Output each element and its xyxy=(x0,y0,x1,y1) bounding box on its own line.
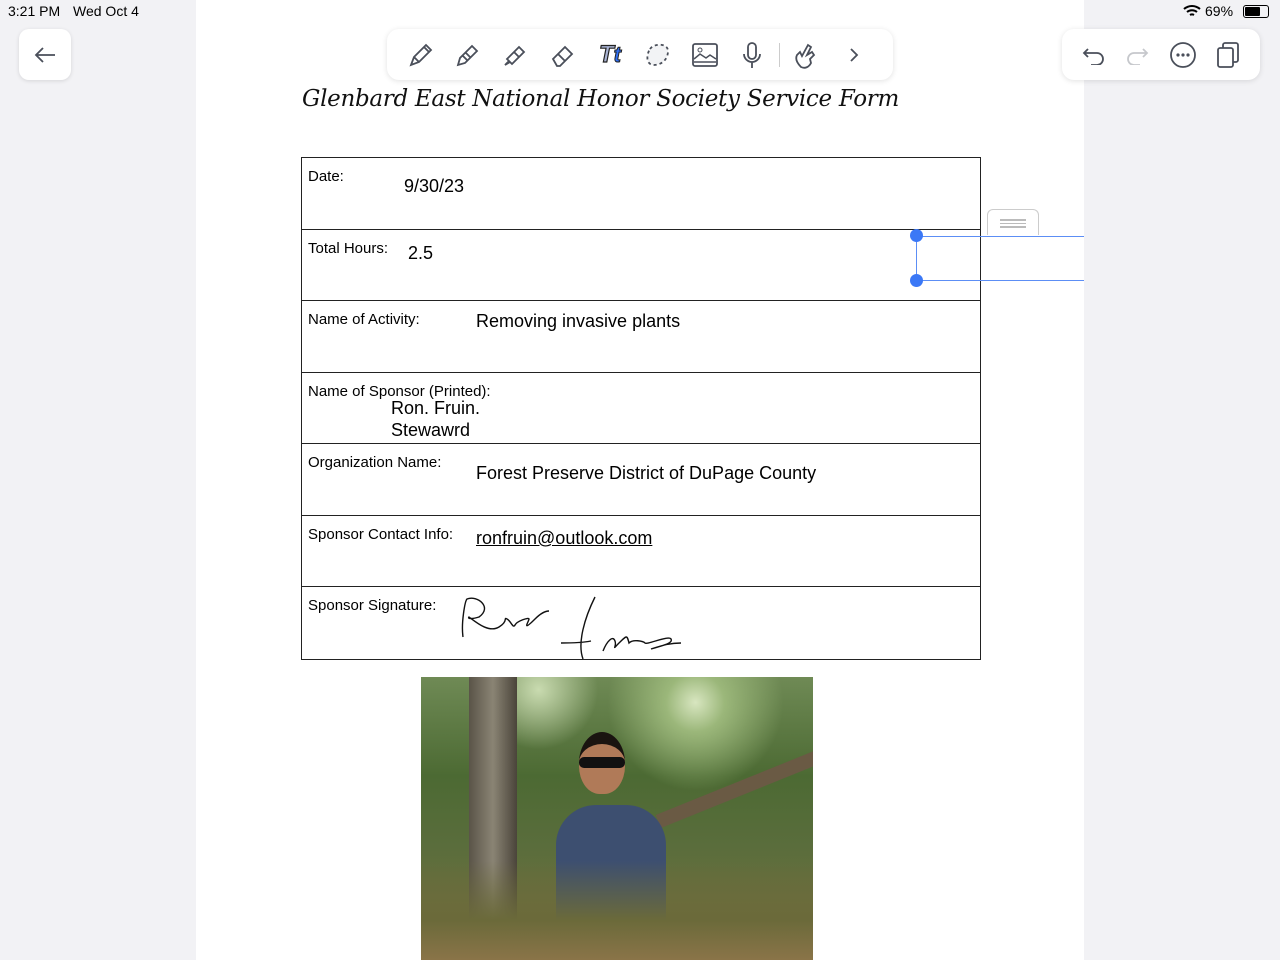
eraser-icon[interactable] xyxy=(548,41,576,69)
more-icon[interactable] xyxy=(1169,41,1197,69)
wifi-icon xyxy=(1183,4,1201,23)
organization-value[interactable]: Forest Preserve District of DuPage Count… xyxy=(476,463,816,484)
back-button[interactable] xyxy=(19,29,71,80)
undo-icon[interactable] xyxy=(1082,45,1106,65)
text-icon[interactable]: TTtt xyxy=(595,40,625,69)
selection-handle-bottom[interactable] xyxy=(910,274,923,287)
activity-label: Name of Activity: xyxy=(308,311,420,328)
signature-label: Sponsor Signature: xyxy=(308,597,437,614)
hours-label: Total Hours: xyxy=(308,239,389,257)
date-label: Date: xyxy=(308,168,344,185)
text-selection-box[interactable] xyxy=(916,236,1084,281)
signature-drawing[interactable] xyxy=(457,595,717,665)
organization-label: Organization Name: xyxy=(308,454,442,471)
touch-icon[interactable] xyxy=(793,41,821,69)
contact-label: Sponsor Contact Info: xyxy=(308,525,454,543)
microphone-icon[interactable] xyxy=(738,41,766,69)
battery-icon xyxy=(1243,5,1269,18)
status-date: Wed Oct 4 xyxy=(73,3,139,19)
status-time: 3:21 PM xyxy=(8,3,61,19)
arrow-left-icon xyxy=(34,46,55,63)
sunglasses xyxy=(579,757,625,768)
sponsor-title-value[interactable]: Stewawrd xyxy=(391,420,470,441)
selection-handle-top[interactable] xyxy=(910,229,923,242)
battery-percent: 69% xyxy=(1205,3,1234,19)
chevron-right-icon[interactable] xyxy=(840,41,868,69)
form-title: Glenbard East National Honor Society Ser… xyxy=(302,86,899,112)
document-actions xyxy=(1062,29,1260,80)
pen-icon[interactable] xyxy=(407,41,435,69)
redo-icon[interactable] xyxy=(1125,45,1149,65)
service-form-table: Date: 9/30/23 Total Hours: 2.5 Name of Act… xyxy=(301,157,981,660)
pages-icon[interactable] xyxy=(1216,41,1240,69)
volunteer-photo[interactable] xyxy=(421,677,813,960)
lasso-icon[interactable] xyxy=(644,41,672,69)
image-icon[interactable] xyxy=(691,41,719,69)
highlighter-icon[interactable] xyxy=(501,41,529,69)
contact-value[interactable]: ronfruin@outlook.com xyxy=(476,528,652,549)
drawing-toolbar: TTtt xyxy=(387,29,893,80)
sponsor-name-value[interactable]: Ron. Fruin. xyxy=(391,398,480,419)
activity-value[interactable]: Removing invasive plants xyxy=(476,311,680,332)
selection-handle-tab[interactable] xyxy=(987,209,1039,235)
toolbar-divider xyxy=(779,42,780,67)
hours-value[interactable]: 2.5 xyxy=(408,243,433,264)
pencil-icon[interactable] xyxy=(454,41,482,69)
date-value[interactable]: 9/30/23 xyxy=(404,176,464,197)
